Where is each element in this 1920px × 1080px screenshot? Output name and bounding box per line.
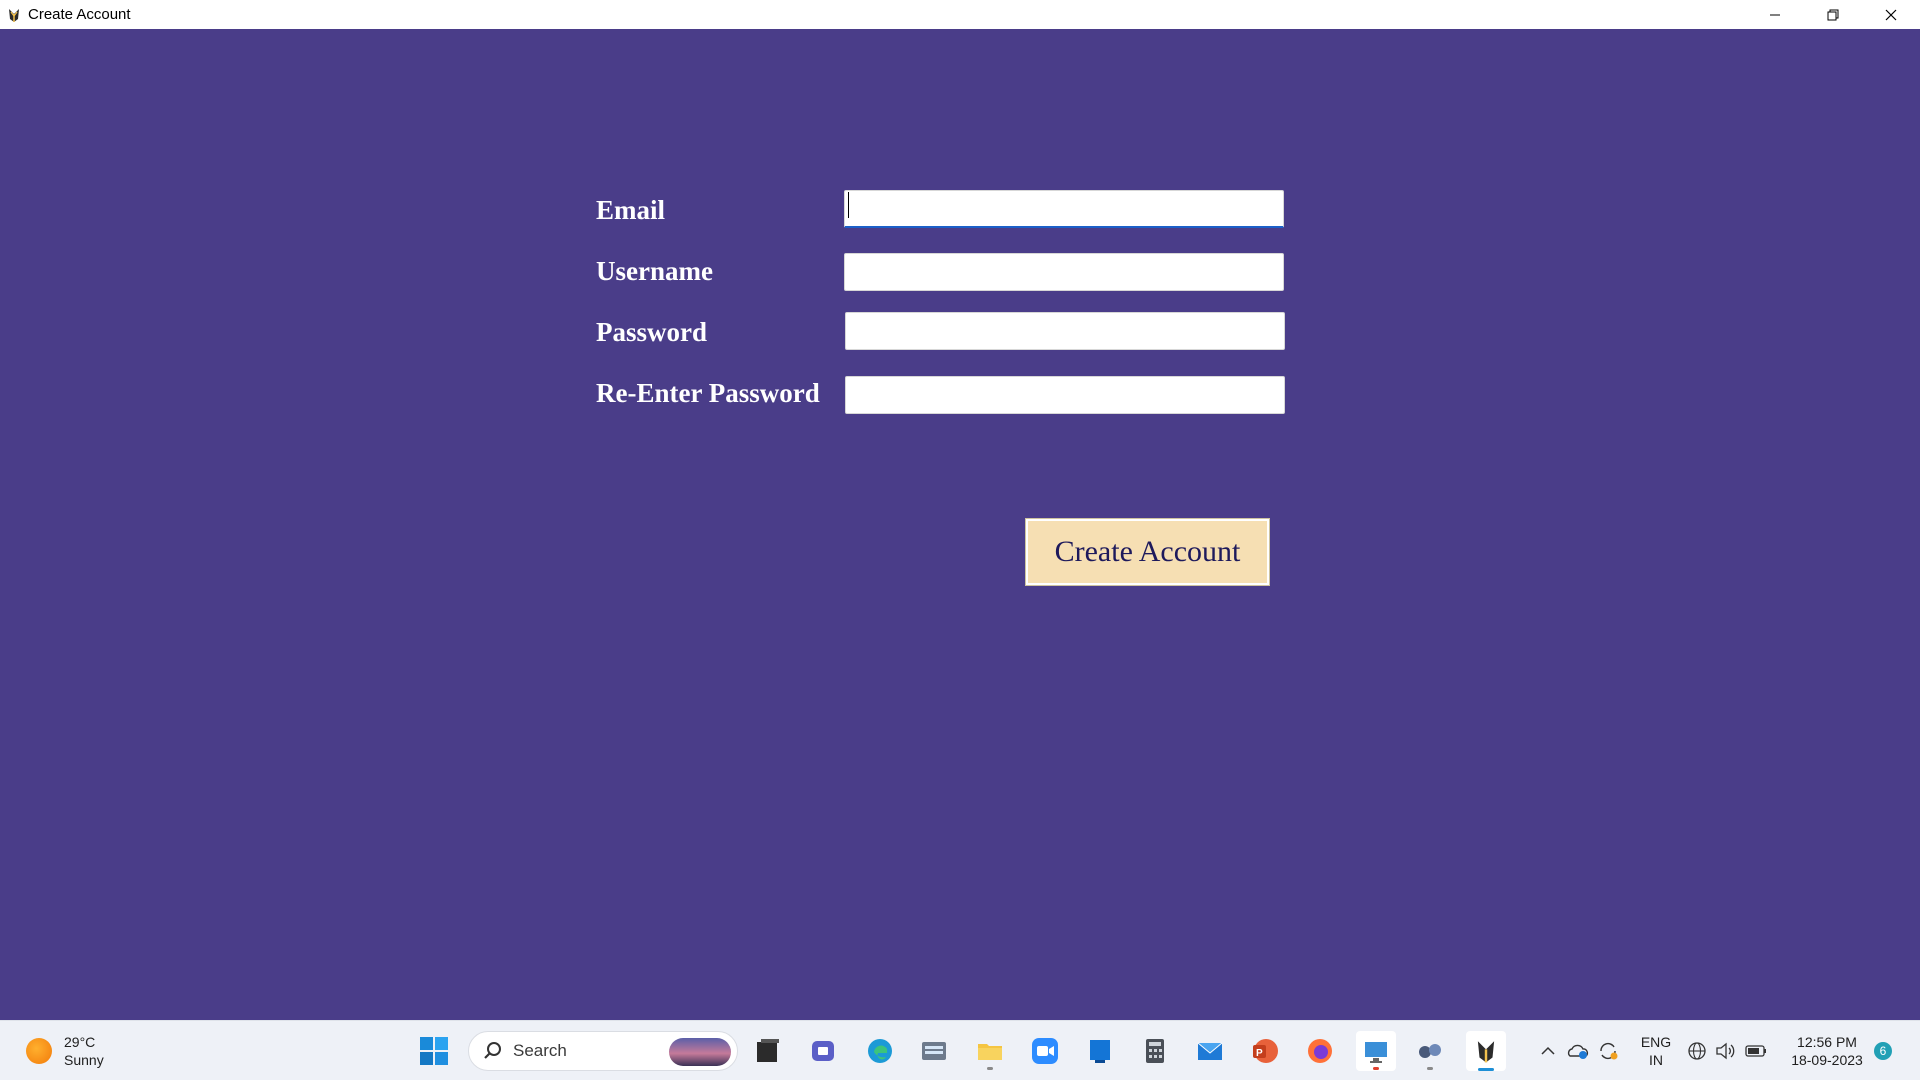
close-button[interactable]: [1862, 0, 1920, 29]
email-field[interactable]: [844, 190, 1284, 228]
search-highlight-image: [669, 1038, 731, 1066]
password-label: Password: [596, 317, 708, 347]
windows-start-icon[interactable]: [414, 1031, 454, 1071]
calculator-icon[interactable]: [1135, 1031, 1175, 1071]
reenter-password-field[interactable]: [845, 376, 1285, 414]
volume-icon[interactable]: [1714, 1040, 1736, 1062]
weather-condition: Sunny: [64, 1052, 104, 1068]
clock[interactable]: 12:56 PM 18-09-2023: [1786, 1033, 1868, 1069]
mail-icon[interactable]: [1190, 1031, 1230, 1071]
window-title: Create Account: [28, 6, 131, 23]
battery-icon[interactable]: [1744, 1040, 1768, 1062]
keyboard-app-icon[interactable]: [914, 1031, 954, 1071]
password-field[interactable]: [845, 312, 1285, 350]
weather-widget[interactable]: 29°C Sunny: [26, 1033, 104, 1069]
create-account-button[interactable]: Create Account: [1025, 518, 1270, 586]
text-caret: [848, 192, 849, 218]
clock-date: 18-09-2023: [1791, 1052, 1863, 1068]
restore-icon: [1827, 9, 1839, 20]
username-field[interactable]: [844, 253, 1284, 291]
minimize-icon: [1770, 14, 1780, 15]
window-controls: [1746, 0, 1920, 29]
tkinter-app-icon[interactable]: [1466, 1031, 1506, 1071]
language-indicator[interactable]: ENG IN: [1638, 1033, 1674, 1069]
remote-desktop-icon[interactable]: [1356, 1031, 1396, 1071]
sun-icon: [26, 1038, 52, 1064]
reenter-password-label: Re-Enter Password: [596, 378, 820, 408]
create-account-form: Email Username Password Re-Enter Passwor…: [0, 29, 1920, 1020]
sync-icon[interactable]: [1596, 1041, 1620, 1061]
app-icon[interactable]: [1410, 1031, 1450, 1071]
minimize-button[interactable]: [1746, 0, 1804, 29]
edge-icon[interactable]: [860, 1031, 900, 1071]
window-titlebar: Create Account: [0, 0, 1920, 29]
email-label: Email: [596, 195, 666, 225]
store-icon[interactable]: [1080, 1031, 1120, 1071]
teams-icon[interactable]: [804, 1031, 844, 1071]
zoom-icon[interactable]: [1025, 1031, 1065, 1071]
task-view-icon[interactable]: [748, 1031, 788, 1071]
network-icon[interactable]: [1686, 1040, 1708, 1062]
search-icon: [484, 1042, 501, 1059]
tkinter-feather-icon: [9, 8, 19, 22]
firefox-icon[interactable]: [1300, 1031, 1340, 1071]
restore-button[interactable]: [1804, 0, 1862, 29]
onedrive-icon[interactable]: [1566, 1041, 1590, 1061]
notification-badge[interactable]: 6: [1874, 1042, 1892, 1060]
clock-time: 12:56 PM: [1797, 1034, 1857, 1050]
taskbar: 29°C Sunny Search P ENG IN 12:56 PM 18-0…: [0, 1020, 1920, 1080]
powerpoint-icon[interactable]: P: [1245, 1031, 1285, 1071]
svg-text:P: P: [1256, 1048, 1263, 1059]
chevron-up-icon[interactable]: [1538, 1041, 1558, 1061]
username-label: Username: [596, 256, 713, 286]
close-icon: [1885, 9, 1897, 20]
weather-temp: 29°C: [64, 1034, 96, 1050]
folder-icon[interactable]: [970, 1031, 1010, 1071]
taskbar-search[interactable]: Search: [468, 1031, 738, 1071]
search-placeholder: Search: [513, 1041, 567, 1060]
system-tray: ENG IN 12:56 PM 18-09-2023 6: [1538, 1021, 1892, 1080]
